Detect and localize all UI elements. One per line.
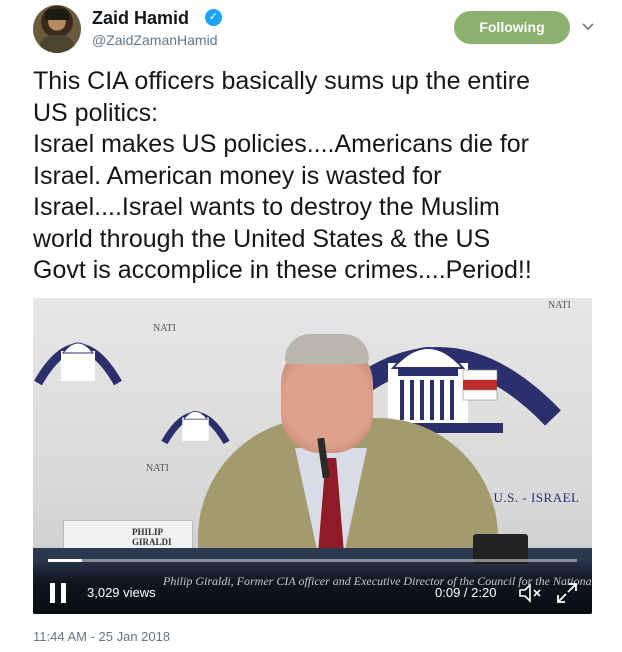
tweet-line: Israel....Israel wants to destroy the Mu…: [33, 193, 500, 221]
nat-text: NATI: [153, 323, 176, 334]
avatar[interactable]: [33, 5, 81, 53]
nametag-text: PHILIP GIRALDI: [132, 527, 172, 547]
avatar-cap: [45, 9, 69, 20]
view-count: 3,029 views: [87, 585, 156, 600]
progress-bar[interactable]: [48, 559, 577, 562]
pause-icon[interactable]: [49, 583, 67, 603]
nat-text: NATI: [548, 300, 571, 311]
speaker-hair: [285, 334, 369, 364]
capitol-logo-small: [161, 410, 230, 445]
tweet-header: Zaid Hamid ✓ @ZaidZamanHamid Following: [33, 5, 603, 53]
tweet-line: This CIA officers basically sums up the …: [33, 67, 530, 95]
tweet-line: US politics:: [33, 98, 159, 127]
tweet-text: This CIA officers basically sums up the …: [33, 66, 593, 287]
tweet-line: Israel makes US policies....Americans di…: [33, 130, 530, 158]
nat-text: NATI: [146, 463, 169, 474]
capitol-logo-small: [34, 342, 122, 386]
time-display: 0:09 / 2:20: [435, 585, 497, 600]
avatar-body: [39, 35, 75, 53]
tweet-line: Govt is accomplice in these crimes....Pe…: [33, 256, 532, 284]
tweet-line: Israel. American money is wasted for: [33, 161, 442, 190]
author-handle[interactable]: @ZaidZamanHamid: [92, 32, 217, 48]
tweet-line: world through the United States & the US: [33, 224, 491, 253]
following-button[interactable]: Following: [454, 11, 570, 44]
video-player[interactable]: THE U.S. - ISRAEL NATI NATI NATI PHILIP …: [33, 298, 592, 614]
tweet-timestamp[interactable]: 11:44 AM - 25 Jan 2018: [33, 629, 170, 644]
progress-fill: [48, 559, 82, 562]
volume-muted-icon[interactable]: [518, 582, 542, 604]
verified-badge-icon: ✓: [205, 9, 222, 26]
author-name[interactable]: Zaid Hamid: [92, 8, 189, 29]
chevron-down-icon[interactable]: [579, 17, 597, 35]
fullscreen-icon[interactable]: [555, 581, 579, 605]
